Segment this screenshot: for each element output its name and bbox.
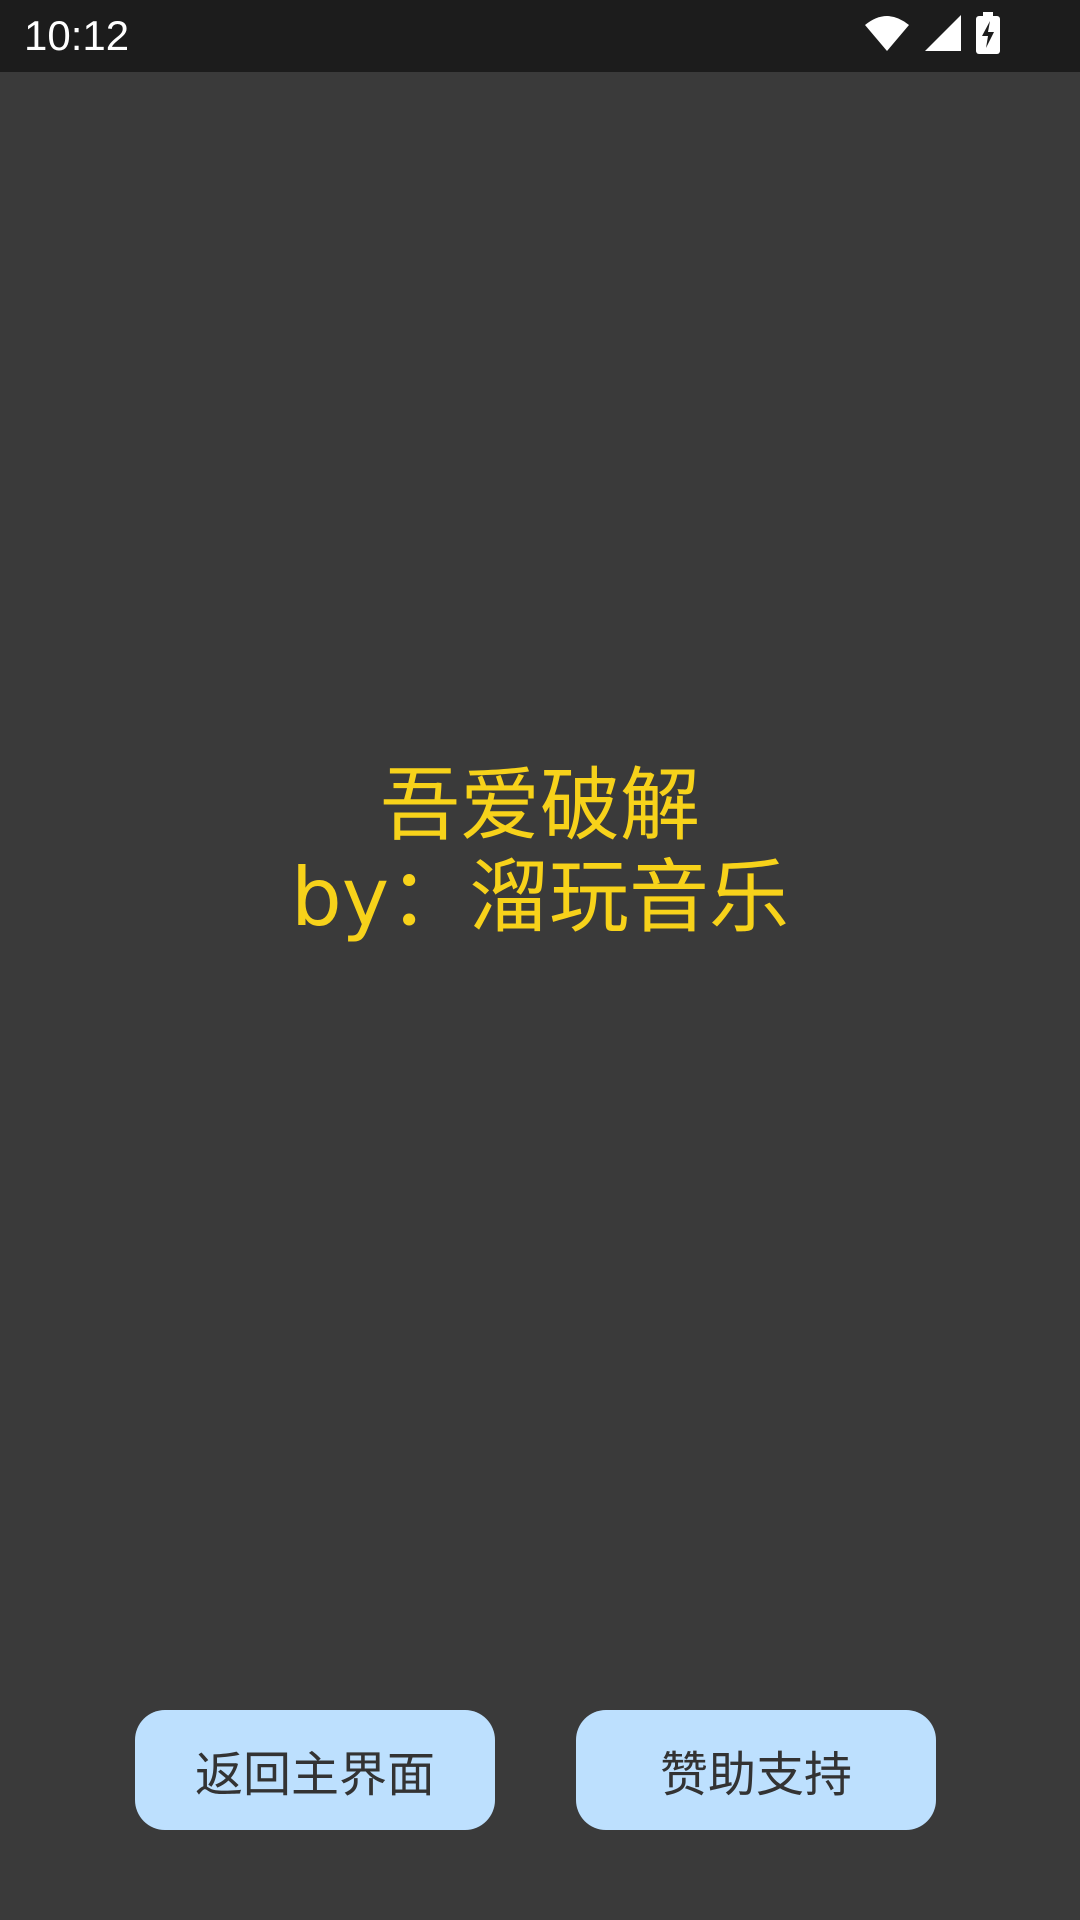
status-time: 10:12 <box>24 12 130 59</box>
battery-charging-icon <box>976 12 1000 58</box>
wifi-icon <box>864 13 910 57</box>
signal-icon <box>924 14 962 56</box>
credits-text: 吾爱破解 by：溜玩音乐 <box>0 760 1080 944</box>
back-home-button[interactable]: 返回主界面 <box>135 1710 495 1830</box>
status-bar: 10:12 <box>0 0 1080 72</box>
app-screen: 10:12 吾爱破解 by：溜玩音乐 返回主界面 赞助支持 <box>0 0 1080 1920</box>
author-line: by：溜玩音乐 <box>290 851 790 944</box>
status-icons <box>864 12 1000 58</box>
title-line: 吾爱破解 <box>380 759 700 852</box>
sponsor-button[interactable]: 赞助支持 <box>576 1710 936 1830</box>
